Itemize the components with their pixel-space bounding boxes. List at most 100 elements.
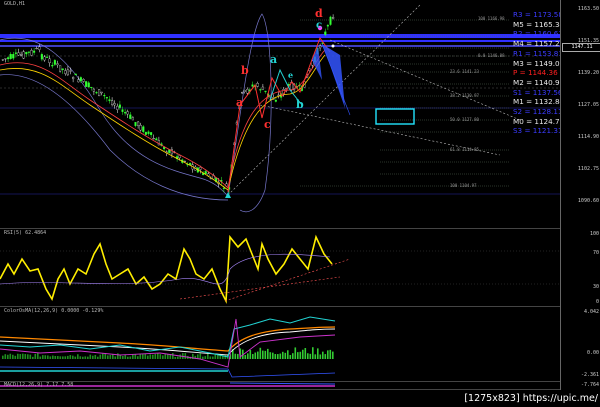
candle-body	[14, 52, 17, 54]
price-tick: 1090.60	[577, 198, 599, 204]
candle-body	[20, 54, 23, 56]
macd-bar	[234, 353, 237, 359]
macd-bar	[247, 353, 249, 359]
candle-body	[264, 90, 267, 93]
envelope-curves	[0, 13, 272, 213]
pivot-level-value: 1128.11	[532, 107, 560, 117]
macd-bar	[282, 351, 284, 359]
pivot-level-name: R1	[513, 48, 523, 58]
candle-body	[56, 63, 59, 66]
macd-bar	[257, 351, 259, 359]
pivot-level-name: S1	[513, 87, 523, 97]
pivot-level-value: 1132.84	[534, 97, 560, 107]
candle-body	[72, 77, 75, 80]
macd-bar	[102, 353, 104, 359]
pivot-level-value: 1144.36	[527, 68, 558, 78]
macd-bar	[124, 355, 127, 359]
macd-bar	[309, 353, 312, 359]
candle-body	[243, 89, 246, 93]
candle-body	[4, 58, 7, 60]
macd-bar	[152, 354, 154, 359]
macd-pane[interactable]: ColorOsMA(12,26,9) 0.0000 -0.129%	[0, 307, 560, 382]
macd-bar	[14, 355, 17, 359]
macd-tick: 4.042	[583, 309, 599, 315]
macd-bar	[34, 353, 37, 359]
target-box[interactable]	[375, 108, 415, 125]
candle-body	[332, 17, 335, 19]
candle-body	[144, 131, 147, 135]
macd-bar	[294, 347, 297, 359]
pivot-level-name: S3	[513, 126, 523, 136]
wave-label-b-cyan: b	[296, 98, 304, 111]
macd-bar	[292, 353, 294, 359]
macd-bar	[27, 354, 29, 359]
fib-label: 50.0 1127.80	[450, 117, 479, 122]
candle-body	[152, 138, 155, 140]
macd-bar	[199, 353, 202, 359]
candle-body	[95, 92, 98, 94]
pivot-level-value: 1153.81	[533, 48, 560, 58]
fib-label: 100 1166.98	[478, 16, 505, 21]
macd-bar	[44, 355, 47, 359]
macd-bar	[17, 353, 19, 359]
candle-body	[259, 89, 262, 91]
macd-bar	[142, 354, 144, 359]
candle-body	[105, 97, 108, 99]
pivot-level-row: M0 = 1124.71	[513, 117, 560, 127]
candle-body	[113, 103, 116, 106]
candle-body	[116, 105, 119, 110]
candle-body	[155, 138, 158, 141]
fib-label: 61.8 1114.85	[450, 147, 479, 152]
main-chart-pane[interactable]: 100 1166.98 0.0 1146.88 23.6 1141.23 38.…	[0, 0, 560, 229]
wave-label-a: a	[236, 96, 244, 109]
pivot-level-operator: =	[524, 48, 531, 58]
macd-bar	[174, 356, 177, 359]
pivot-level-value: 1137.56	[532, 87, 560, 97]
pivot-level-operator: =	[524, 126, 531, 136]
pivot-level-name: M2	[513, 77, 524, 87]
wave-label-a-cyan: a	[270, 53, 278, 66]
rsi-chart-svg	[0, 234, 560, 305]
macd-bar	[92, 355, 94, 359]
price-chart-svg[interactable]	[0, 0, 560, 228]
pivot-level-operator: =	[526, 97, 533, 107]
pivot-level-name: M4	[513, 39, 524, 49]
macd-bar	[157, 353, 159, 359]
candle-body	[251, 84, 254, 87]
macd-bar	[329, 349, 332, 359]
macd-bar	[204, 356, 207, 359]
macd-bar	[12, 354, 14, 359]
macd-bar	[302, 349, 304, 359]
rsi-tick: 0	[595, 299, 599, 305]
candle-body	[43, 56, 46, 61]
candle-body	[108, 99, 111, 102]
candle-body	[121, 109, 124, 112]
candle-body	[40, 54, 43, 60]
macd-bar	[172, 353, 174, 359]
macd-bar	[324, 354, 327, 359]
macd-bar	[97, 356, 99, 359]
rsi-pane[interactable]: RSI(5) 62.4864	[0, 229, 560, 307]
macd-bar	[317, 348, 319, 359]
macd-bar	[274, 354, 277, 359]
candle-body	[129, 114, 132, 119]
macd-bar	[114, 356, 117, 359]
pivot-level-row: M2 = 1140.96	[513, 78, 560, 88]
macd-bar	[127, 356, 129, 359]
macd-bar	[184, 353, 187, 359]
fibonacci-lines	[300, 19, 510, 187]
macd-bar	[287, 350, 289, 359]
macd-bar	[209, 356, 212, 359]
price-axis[interactable]: 1163.50 1151.35 1139.20 1127.05 1114.90 …	[560, 0, 600, 390]
projection-fan	[312, 43, 351, 116]
oscillator-pane[interactable]: MACD(12,26,9) 7.17 7.58	[0, 382, 560, 390]
candle-body	[46, 56, 49, 58]
candle-body	[131, 117, 134, 121]
candle-body	[118, 104, 121, 108]
candle-body	[326, 25, 329, 27]
oscillator-label: MACD(12,26,9) 7.17 7.58	[4, 382, 74, 388]
macd-bar	[134, 354, 137, 359]
pivot-level-row: S3 = 1121.31	[513, 126, 560, 136]
macd-bar	[297, 352, 299, 359]
macd-bar	[319, 354, 322, 359]
